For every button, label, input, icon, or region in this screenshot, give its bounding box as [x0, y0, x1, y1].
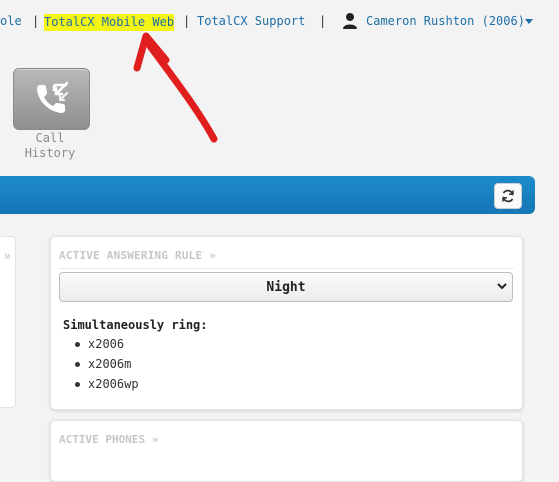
- user-menu[interactable]: Cameron Rushton (2006): [366, 14, 525, 28]
- nav-link-mobile-web[interactable]: TotalCX Mobile Web: [44, 14, 175, 31]
- active-phones-title[interactable]: ACTIVE PHONES »: [59, 433, 158, 446]
- nav-separator: |: [319, 14, 327, 28]
- nav-link-support[interactable]: TotalCX Support: [197, 14, 305, 28]
- selected-rule: Night: [266, 280, 306, 295]
- left-panel: »: [0, 236, 16, 408]
- refresh-icon: [502, 189, 514, 203]
- nav-separator: |: [32, 14, 40, 28]
- divider: [59, 268, 514, 269]
- nav-separator: |: [183, 14, 191, 28]
- phone-arrows-icon: [37, 81, 69, 113]
- answering-rule-card: ACTIVE ANSWERING RULE » Night Simultaneo…: [50, 236, 523, 410]
- chevron-down-icon: [497, 283, 507, 290]
- call-history-app-tile[interactable]: [13, 68, 90, 130]
- top-nav: ole | TotalCX Mobile Web | TotalCX Suppo…: [0, 10, 559, 34]
- call-history-label[interactable]: Call History: [10, 131, 90, 161]
- chevron-right-icon[interactable]: »: [4, 249, 11, 263]
- user-icon[interactable]: [342, 12, 358, 30]
- nav-link-console[interactable]: ole: [0, 14, 22, 28]
- active-phones-card: ACTIVE PHONES »: [50, 420, 523, 482]
- answering-rule-title[interactable]: ACTIVE ANSWERING RULE »: [59, 249, 216, 262]
- simultaneous-ring-label: Simultaneously ring:: [63, 318, 208, 332]
- refresh-button[interactable]: [494, 183, 522, 209]
- chevron-down-icon[interactable]: [525, 19, 533, 24]
- list-item: x2006: [75, 335, 139, 355]
- tile-label-line: History: [24, 146, 76, 160]
- tile-label-line: Call: [35, 131, 65, 145]
- answering-rule-select[interactable]: Night: [59, 272, 513, 302]
- list-item: x2006m: [75, 355, 139, 375]
- list-item: x2006wp: [75, 375, 139, 395]
- extension-list: x2006 x2006m x2006wp: [75, 335, 139, 395]
- section-header-bar: [0, 176, 535, 214]
